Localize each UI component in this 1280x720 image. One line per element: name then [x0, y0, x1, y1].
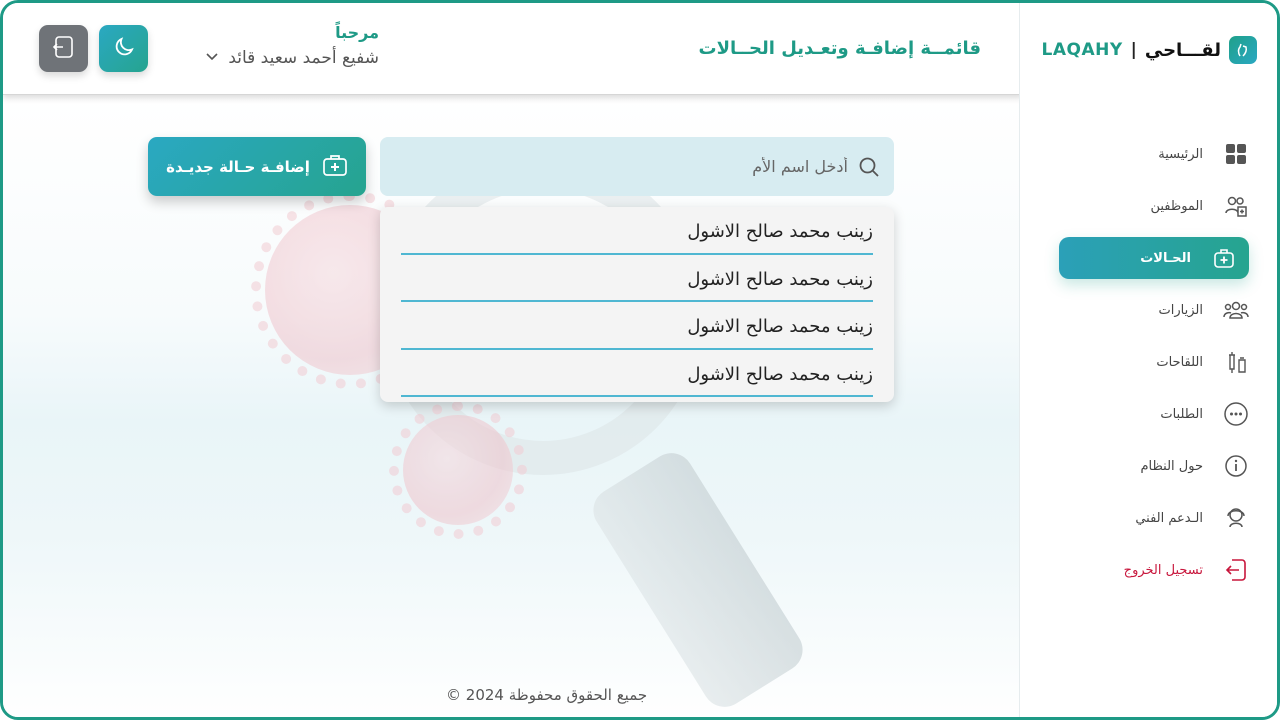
sidebar-item-label: حول النظام: [1140, 458, 1204, 474]
sidebar-item-label: اللقاحات: [1156, 354, 1203, 370]
info-icon: [1223, 453, 1249, 479]
medical-case-icon: [322, 153, 348, 181]
dark-mode-button[interactable]: [99, 25, 148, 72]
exit-icon: [51, 34, 77, 64]
add-case-label: إضافـة حـالة جديـدة: [166, 157, 310, 176]
sidebar-item-requests[interactable]: الطلبات: [1059, 393, 1249, 435]
search-bar[interactable]: [380, 137, 894, 196]
user-name: شفيع أحمد سعيد قائد: [228, 48, 379, 68]
employees-icon: [1223, 193, 1249, 219]
app-frame: قائمــة إضافـة وتعـديل الحــالات مرحباً …: [0, 0, 1280, 720]
result-item[interactable]: زينب محمد صالح الاشول: [401, 302, 873, 350]
chat-icon: [1223, 401, 1249, 427]
sidebar-item-employees[interactable]: الموظفين: [1059, 185, 1249, 227]
top-header: قائمــة إضافـة وتعـديل الحــالات مرحباً …: [3, 3, 1023, 95]
add-case-button[interactable]: إضافـة حـالة جديـدة: [148, 137, 366, 196]
sidebar-item-label: الـدعم الفني: [1135, 510, 1203, 526]
sidebar-item-label: الزيارات: [1158, 302, 1203, 318]
sidebar-item-logout[interactable]: تسجيل الخروج: [1059, 549, 1249, 591]
user-menu[interactable]: مرحباً شفيع أحمد سعيد قائد: [173, 23, 379, 68]
search-icon: [858, 156, 880, 178]
logout-icon: [1223, 557, 1249, 583]
search-results-dropdown: زينب محمد صالح الاشول زينب محمد صالح الا…: [380, 207, 894, 402]
sidebar-item-label: الطلبات: [1160, 406, 1203, 422]
vaccine-icon: [1223, 349, 1249, 375]
result-item[interactable]: زينب محمد صالح الاشول: [401, 350, 873, 397]
sidebar-item-about[interactable]: حول النظام: [1059, 445, 1249, 487]
footer-copyright: جميع الحقوق محفوظة 2024 ©: [446, 686, 648, 704]
brand[interactable]: LAQAHY | لقـــاحي: [1042, 35, 1257, 65]
brand-separator: |: [1130, 40, 1137, 60]
sidebar-item-label: الموظفين: [1150, 198, 1203, 214]
search-input[interactable]: [428, 157, 848, 176]
user-row[interactable]: شفيع أحمد سعيد قائد: [173, 48, 379, 68]
chevron-down-icon[interactable]: [204, 48, 220, 68]
brand-name-ar: لقـــاحي: [1144, 39, 1221, 61]
brand-name-en: LAQAHY: [1041, 40, 1123, 60]
result-item[interactable]: زينب محمد صالح الاشول: [401, 207, 873, 255]
result-item[interactable]: زينب محمد صالح الاشول: [401, 255, 873, 302]
sidebar-item-label: الحـالات: [1140, 250, 1191, 266]
sidebar-nav: الرئيسية الموظفين الحـالات الزيارات اللق…: [1059, 133, 1249, 601]
sidebar-item-vaccines[interactable]: اللقاحات: [1059, 341, 1249, 383]
sidebar: LAQAHY | لقـــاحي الرئيسية الموظفين الحـ…: [1019, 3, 1277, 717]
sidebar-item-label: تسجيل الخروج: [1123, 562, 1203, 578]
page-title: قائمــة إضافـة وتعـديل الحــالات: [698, 38, 981, 59]
sidebar-item-home[interactable]: الرئيسية: [1059, 133, 1249, 175]
sidebar-item-label: الرئيسية: [1158, 146, 1203, 162]
medical-case-icon: [1211, 245, 1237, 271]
magnifier-handle-decoration: [585, 444, 811, 716]
welcome-text: مرحباً: [335, 23, 379, 42]
group-icon: [1223, 297, 1249, 323]
moon-icon: [112, 35, 136, 63]
grid-icon: [1223, 141, 1249, 167]
support-icon: [1223, 505, 1249, 531]
sidebar-item-cases[interactable]: الحـالات: [1059, 237, 1249, 279]
virus-decoration: [389, 401, 527, 539]
logo-icon: [1229, 36, 1257, 64]
exit-button[interactable]: [39, 25, 88, 72]
sidebar-item-support[interactable]: الـدعم الفني: [1059, 497, 1249, 539]
sidebar-item-visits[interactable]: الزيارات: [1059, 289, 1249, 331]
